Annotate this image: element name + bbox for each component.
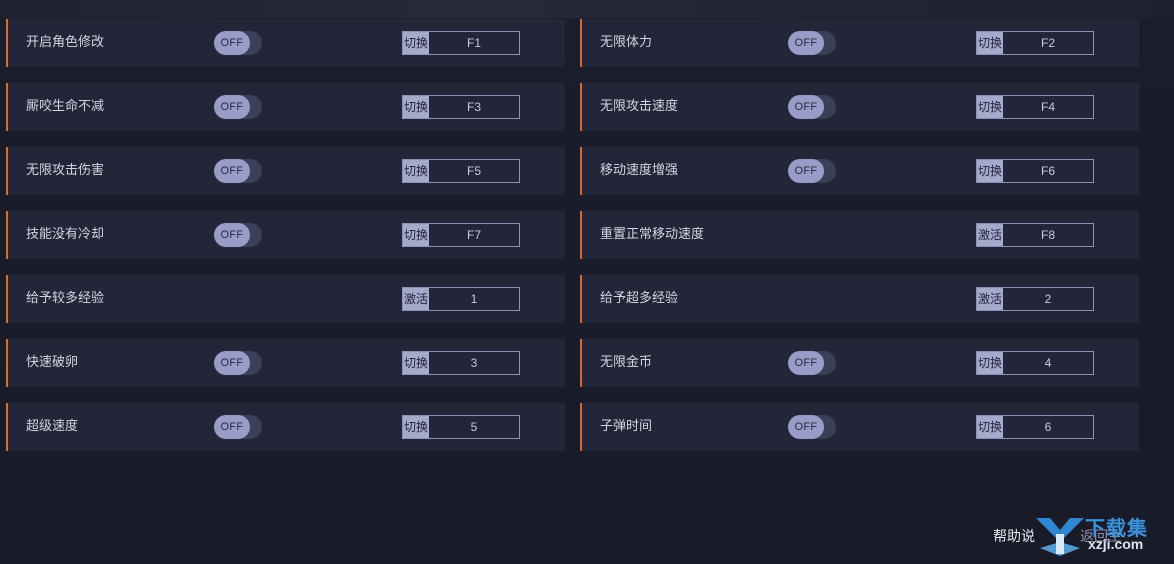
cheat-toggle-switch[interactable]: OFF bbox=[214, 95, 262, 119]
hotkey-mode-label: 切换 bbox=[977, 352, 1003, 374]
cheat-label: 重置正常移动速度 bbox=[600, 227, 705, 242]
toggle-state-label: OFF bbox=[788, 159, 824, 183]
cheat-toggle-switch[interactable]: OFF bbox=[788, 415, 836, 439]
cheat-row: 开启角色修改 OFF 切换 F1 bbox=[6, 19, 565, 67]
cheat-label: 无限攻击速度 bbox=[600, 99, 679, 114]
hotkey-key-value[interactable]: F7 bbox=[429, 224, 519, 246]
hotkey-mode-label: 切换 bbox=[403, 160, 429, 182]
hotkey-key-value[interactable]: 5 bbox=[429, 416, 519, 438]
cheat-label: 快速破卵 bbox=[26, 355, 79, 370]
cheat-row: 快速破卵 OFF 切换 3 bbox=[6, 339, 565, 387]
toggle-state-label: OFF bbox=[214, 31, 250, 55]
toggle-state-label: OFF bbox=[788, 415, 824, 439]
hotkey-field[interactable]: 切换 F2 bbox=[976, 31, 1094, 55]
hotkey-field[interactable]: 切换 6 bbox=[976, 415, 1094, 439]
hotkey-field[interactable]: 切换 F6 bbox=[976, 159, 1094, 183]
cheat-toggle-switch[interactable]: OFF bbox=[214, 31, 262, 55]
hotkey-key-value[interactable]: 2 bbox=[1003, 288, 1093, 310]
cheat-row: 超级速度 OFF 切换 5 bbox=[6, 403, 565, 451]
cheat-label: 给予较多经验 bbox=[26, 291, 105, 306]
hotkey-mode-label: 切换 bbox=[403, 352, 429, 374]
hotkey-field[interactable]: 切换 F7 bbox=[402, 223, 520, 247]
hotkey-mode-label: 切换 bbox=[403, 96, 429, 118]
cheat-toggle-switch[interactable]: OFF bbox=[214, 351, 262, 375]
cheat-label: 子弹时间 bbox=[600, 419, 653, 434]
hotkey-key-value[interactable]: 4 bbox=[1003, 352, 1093, 374]
hotkey-mode-label: 激活 bbox=[977, 288, 1003, 310]
cheat-toggle-switch[interactable]: OFF bbox=[214, 415, 262, 439]
cheat-label: 技能没有冷却 bbox=[26, 227, 105, 242]
hotkey-key-value[interactable]: 6 bbox=[1003, 416, 1093, 438]
hotkey-field[interactable]: 激活 1 bbox=[402, 287, 520, 311]
cheat-row: 移动速度增强 OFF 切换 F6 bbox=[580, 147, 1139, 195]
hotkey-mode-label: 切换 bbox=[977, 96, 1003, 118]
hotkey-mode-label: 切换 bbox=[977, 160, 1003, 182]
toggle-state-label: OFF bbox=[214, 351, 250, 375]
hotkey-mode-label: 激活 bbox=[403, 288, 429, 310]
cheat-row: 技能没有冷却 OFF 切换 F7 bbox=[6, 211, 565, 259]
cheat-row: 无限攻击速度 OFF 切换 F4 bbox=[580, 83, 1139, 131]
hotkey-field[interactable]: 激活 F8 bbox=[976, 223, 1094, 247]
hotkey-key-value[interactable]: F6 bbox=[1003, 160, 1093, 182]
hotkey-field[interactable]: 切换 F3 bbox=[402, 95, 520, 119]
hotkey-field[interactable]: 切换 5 bbox=[402, 415, 520, 439]
cheat-toggle-switch[interactable]: OFF bbox=[788, 159, 836, 183]
hotkey-field[interactable]: 切换 3 bbox=[402, 351, 520, 375]
hotkey-field[interactable]: 切换 F1 bbox=[402, 31, 520, 55]
cheat-row: 无限体力 OFF 切换 F2 bbox=[580, 19, 1139, 67]
hotkey-key-value[interactable]: F2 bbox=[1003, 32, 1093, 54]
hotkey-key-value[interactable]: F3 bbox=[429, 96, 519, 118]
cheat-toggle-switch[interactable]: OFF bbox=[788, 351, 836, 375]
download-arrow-logo-icon bbox=[1036, 518, 1084, 556]
hotkey-mode-label: 激活 bbox=[977, 224, 1003, 246]
cheat-label: 移动速度增强 bbox=[600, 163, 679, 178]
hotkey-key-value[interactable]: F1 bbox=[429, 32, 519, 54]
cheat-row: 重置正常移动速度 激活 F8 bbox=[580, 211, 1139, 259]
hotkey-key-value[interactable]: 1 bbox=[429, 288, 519, 310]
toggle-state-label: OFF bbox=[214, 415, 250, 439]
cheat-row: 无限金币 OFF 切换 4 bbox=[580, 339, 1139, 387]
hotkey-key-value[interactable]: 3 bbox=[429, 352, 519, 374]
toggle-state-label: OFF bbox=[214, 159, 250, 183]
trainer-window: 开启角色修改 OFF 切换 F1 无限体力 OFF 切换 F2 厮咬生命不减 OFF 切换 F3 无限攻… bbox=[0, 0, 1174, 564]
hotkey-field[interactable]: 切换 F5 bbox=[402, 159, 520, 183]
cheat-toggle-switch[interactable]: OFF bbox=[788, 95, 836, 119]
toggle-state-label: OFF bbox=[788, 31, 824, 55]
cheat-toggle-switch[interactable]: OFF bbox=[214, 223, 262, 247]
hotkey-field[interactable]: 切换 4 bbox=[976, 351, 1094, 375]
hotkey-key-value[interactable]: F4 bbox=[1003, 96, 1093, 118]
cheat-label: 厮咬生命不减 bbox=[26, 99, 105, 114]
watermark-domain: xzji.com bbox=[1088, 536, 1144, 552]
hotkey-mode-label: 切换 bbox=[403, 32, 429, 54]
toggle-state-label: OFF bbox=[788, 351, 824, 375]
hotkey-mode-label: 切换 bbox=[977, 416, 1003, 438]
cheat-row: 厮咬生命不减 OFF 切换 F3 bbox=[6, 83, 565, 131]
cheat-toggle-switch[interactable]: OFF bbox=[214, 159, 262, 183]
toggle-state-label: OFF bbox=[214, 223, 250, 247]
cheat-toggle-switch[interactable]: OFF bbox=[788, 31, 836, 55]
hotkey-field[interactable]: 切换 F4 bbox=[976, 95, 1094, 119]
hotkey-key-value[interactable]: F8 bbox=[1003, 224, 1093, 246]
cheat-label: 超级速度 bbox=[26, 419, 79, 434]
toggle-state-label: OFF bbox=[214, 95, 250, 119]
header-background bbox=[0, 0, 1174, 18]
cheat-label: 开启角色修改 bbox=[26, 35, 105, 50]
hotkey-field[interactable]: 激活 2 bbox=[976, 287, 1094, 311]
watermark: 下载集 xzji.com bbox=[1030, 512, 1170, 560]
cheat-row: 给予超多经验 激活 2 bbox=[580, 275, 1139, 323]
hotkey-mode-label: 切换 bbox=[403, 416, 429, 438]
help-button[interactable]: 帮助说 bbox=[993, 526, 1035, 546]
hotkey-mode-label: 切换 bbox=[977, 32, 1003, 54]
toggle-state-label: OFF bbox=[788, 95, 824, 119]
cheat-row: 子弹时间 OFF 切换 6 bbox=[580, 403, 1139, 451]
cheat-label: 无限体力 bbox=[600, 35, 653, 50]
cheat-row: 给予较多经验 激活 1 bbox=[6, 275, 565, 323]
hotkey-key-value[interactable]: F5 bbox=[429, 160, 519, 182]
cheat-label: 给予超多经验 bbox=[600, 291, 679, 306]
cheat-label: 无限金币 bbox=[600, 355, 653, 370]
cheat-label: 无限攻击伤害 bbox=[26, 163, 105, 178]
cheat-row: 无限攻击伤害 OFF 切换 F5 bbox=[6, 147, 565, 195]
hotkey-mode-label: 切换 bbox=[403, 224, 429, 246]
